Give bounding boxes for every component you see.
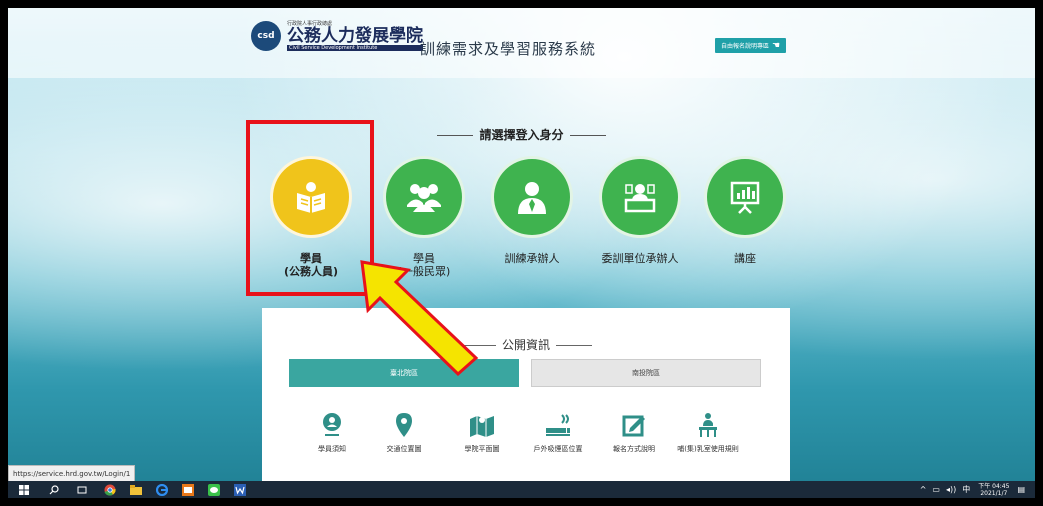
notification-icon[interactable]: ▤ — [1017, 485, 1025, 494]
clock-time: 下午 04:45 — [978, 482, 1010, 490]
divider — [437, 135, 474, 136]
login-identity-heading: 請選擇登入身分 — [8, 126, 1035, 143]
role-label[interactable]: 講座 — [695, 252, 795, 265]
logo-institute-name: 公務人力發展學院 — [287, 26, 423, 46]
public-info-panel: 公開資訊 臺北院區 南投院區 學員須知 交通位置圖 學院平面圖 戶外吸煙區位置 … — [262, 308, 790, 498]
word-icon[interactable] — [234, 483, 246, 496]
ime-indicator[interactable]: 中 — [962, 484, 970, 495]
pointing-hand-icon: ☚ — [772, 40, 781, 51]
role-lecturer[interactable]: 講座 — [695, 156, 795, 265]
outlook-icon[interactable] — [182, 483, 194, 496]
windows-start-icon[interactable] — [18, 484, 30, 496]
windows-taskbar: ^ ▭ ◂)) 中 下午 04:45 2021/1/7 ▤ — [8, 481, 1035, 498]
public-item-nursing-room[interactable]: 哺(集)乳室使用規則 — [672, 412, 744, 454]
chrome-icon[interactable] — [104, 484, 116, 496]
registration-guide-label: 自由報名說明專區 — [721, 43, 770, 50]
officer-icon[interactable] — [491, 156, 573, 238]
info-pin-icon — [296, 412, 368, 438]
system-title: 訓練需求及學習服務系統 — [420, 40, 597, 58]
login-heading-text: 請選擇登入身分 — [479, 128, 564, 142]
csd-logo-icon: csd — [251, 20, 281, 51]
pointer-arrow-annotation — [360, 260, 479, 377]
desk-icon[interactable] — [599, 156, 681, 238]
public-item-smoking-area[interactable]: 戶外吸煙區位置 — [522, 412, 594, 454]
institute-logo[interactable]: csd 行政院人事行政總處 公務人力發展學院 Civil Service Dev… — [251, 20, 423, 51]
public-item-label: 學院平面圖 — [464, 445, 500, 453]
status-bar-url: https://service.hrd.gov.tw/Login/1 — [8, 465, 136, 482]
public-item-label: 戶外吸煙區位置 — [533, 445, 583, 453]
taskbar-clock[interactable]: 下午 04:45 2021/1/7 — [978, 483, 1009, 497]
browser-viewport: csd 行政院人事行政總處 公務人力發展學院 Civil Service Dev… — [8, 8, 1035, 498]
logo-text: 行政院人事行政總處 公務人力發展學院 Civil Service Develop… — [287, 20, 423, 51]
public-item-label: 報名方式說明 — [613, 445, 655, 453]
registration-guide-button[interactable]: 自由報名說明專區 ☚ — [715, 38, 787, 53]
role-training-officer[interactable]: 訓練承辦人 — [482, 156, 582, 265]
public-item-label: 學員須知 — [318, 445, 346, 453]
group-icon[interactable] — [383, 156, 465, 238]
presentation-icon[interactable] — [704, 156, 786, 238]
edge-icon[interactable] — [156, 483, 168, 496]
network-icon[interactable]: ▭ — [932, 485, 940, 494]
task-view-icon[interactable] — [76, 484, 88, 496]
smoking-area-icon — [522, 412, 594, 438]
volume-icon[interactable]: ◂)) — [946, 485, 956, 494]
public-item-student-notice[interactable]: 學員須知 — [296, 412, 368, 454]
public-info-heading: 公開資訊 — [262, 336, 790, 353]
role-commissioned-unit-officer[interactable]: 委訓單位承辦人 — [590, 156, 690, 265]
tab-nantou-campus[interactable]: 南投院區 — [531, 359, 761, 387]
public-heading-text: 公開資訊 — [501, 338, 550, 352]
public-item-traffic-map[interactable]: 交通位置圖 — [368, 412, 440, 454]
divider — [569, 135, 606, 136]
public-item-floor-plan[interactable]: 學院平面圖 — [446, 412, 518, 454]
role-label[interactable]: 訓練承辦人 — [482, 252, 582, 265]
logo-english-name: Civil Service Development Institute — [287, 45, 423, 51]
divider — [556, 345, 592, 346]
system-tray: ^ ▭ ◂)) 中 下午 04:45 2021/1/7 ▤ — [920, 481, 1025, 498]
floor-map-icon — [446, 412, 518, 438]
file-explorer-icon[interactable] — [130, 484, 142, 496]
public-item-registration-method[interactable]: 報名方式說明 — [598, 412, 670, 454]
search-icon[interactable] — [48, 484, 60, 496]
edit-form-icon — [598, 412, 670, 438]
nursing-room-icon — [672, 412, 744, 438]
clock-date: 2021/1/7 — [980, 489, 1008, 497]
chevron-up-icon[interactable]: ^ — [920, 485, 927, 494]
role-label[interactable]: 委訓單位承辦人 — [590, 252, 690, 265]
line-app-icon[interactable] — [208, 483, 220, 496]
public-item-label: 交通位置圖 — [386, 445, 422, 453]
location-pin-icon — [368, 412, 440, 438]
public-item-label: 哺(集)乳室使用規則 — [677, 445, 739, 453]
